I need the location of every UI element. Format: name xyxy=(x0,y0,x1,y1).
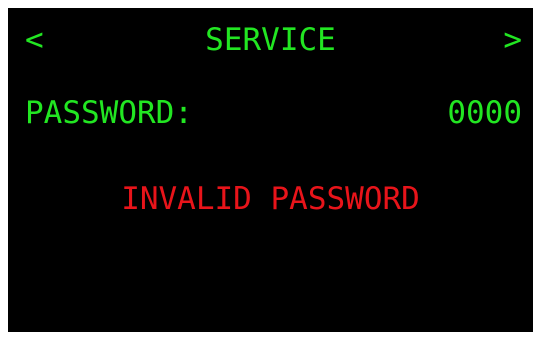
page-title: SERVICE xyxy=(205,22,336,58)
password-label: PASSWORD: xyxy=(25,95,193,131)
next-page-button[interactable]: > xyxy=(503,22,522,58)
password-field[interactable]: 0000 xyxy=(447,95,522,131)
service-screen: < SERVICE > PASSWORD: 0000 INVALID PASSW… xyxy=(8,8,533,332)
error-message: INVALID PASSWORD xyxy=(121,181,420,217)
prev-page-button[interactable]: < xyxy=(25,22,44,58)
